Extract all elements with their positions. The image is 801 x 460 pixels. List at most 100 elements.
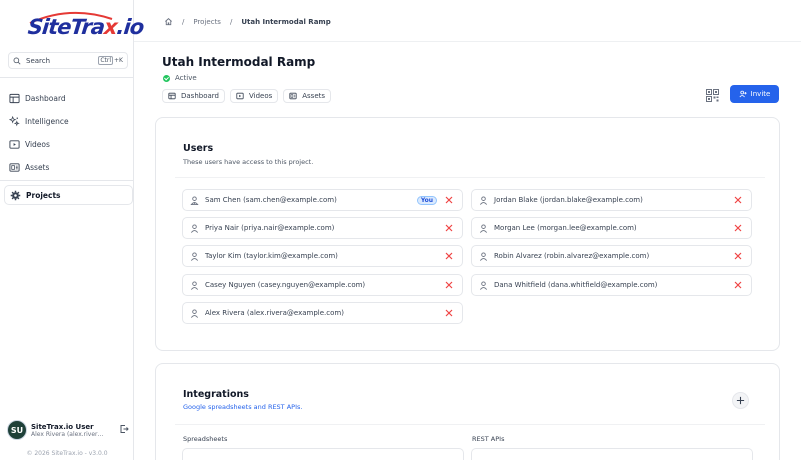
remove-user-icon[interactable]	[445, 309, 453, 317]
tab-label: Assets	[302, 92, 326, 100]
search-shortcut: Ctrl +K	[98, 56, 123, 65]
users-subtitle: These users have access to this project.	[183, 158, 314, 166]
user-icon	[190, 251, 199, 261]
sidebar-item-intelligence[interactable]: Intelligence	[4, 111, 133, 131]
user-label: Taylor Kim (taylor.kim@example.com)	[205, 252, 338, 260]
assets-icon	[9, 162, 20, 172]
search-icon	[13, 57, 21, 64]
sidebar-item-videos[interactable]: Videos	[4, 134, 133, 154]
user-label: Alex Rivera (alex.rivera@example.com)	[205, 309, 344, 317]
user-icon	[190, 195, 199, 205]
user-row: Sam Chen (sam.chen@example.com) You	[182, 189, 463, 211]
user-label: Priya Nair (priya.nair@example.com)	[205, 224, 335, 232]
header-divider	[134, 41, 801, 42]
user-label: Dana Whitfield (dana.whitfield@example.c…	[494, 281, 658, 289]
users-card: Users These users have access to this pr…	[155, 117, 780, 351]
dashboard-icon	[9, 93, 20, 103]
sidebar-item-dashboard[interactable]: Dashboard	[4, 88, 133, 108]
users-title: Users	[183, 143, 214, 154]
sidebar-item-label: Videos	[25, 139, 50, 149]
dashboard-icon	[168, 92, 176, 100]
breadcrumb-separator: /	[229, 17, 233, 26]
rest-apis-heading: REST APIs	[472, 435, 505, 443]
search-button[interactable]: Search Ctrl +K	[8, 52, 128, 69]
user-row: Casey Nguyen (casey.nguyen@example.com)	[182, 274, 463, 296]
sidebar-item-label: Projects	[26, 190, 61, 200]
user-icon	[190, 308, 199, 318]
sidebar-item-assets[interactable]: Assets	[4, 157, 133, 177]
spreadsheets-list	[182, 448, 464, 460]
user-row: Robin Alvarez (robin.alvarez@example.com…	[471, 245, 752, 267]
status-label: Active	[175, 74, 197, 82]
section-divider	[175, 424, 765, 425]
breadcrumb-current: Utah Intermodal Ramp	[241, 17, 331, 26]
sidebar: SiteTrax.io Search Ctrl +K Dashboard Inte…	[0, 0, 145, 460]
breadcrumb-projects-link[interactable]: Projects	[193, 18, 221, 26]
remove-user-icon[interactable]	[445, 224, 453, 232]
spreadsheets-heading: Spreadsheets	[183, 435, 228, 443]
rest-apis-list	[471, 448, 753, 460]
user-name: SiteTrax.io User	[31, 422, 94, 431]
user-label: Sam Chen (sam.chen@example.com)	[205, 196, 337, 204]
project-tabs: Dashboard Videos Assets	[162, 89, 332, 103]
integrations-title: Integrations	[183, 389, 249, 400]
section-divider	[175, 177, 765, 178]
status-check-icon	[163, 74, 170, 82]
assets-icon	[289, 92, 297, 100]
tab-assets[interactable]: Assets	[283, 89, 332, 103]
home-icon[interactable]	[164, 17, 173, 26]
user-icon	[479, 280, 488, 290]
add-user-icon	[739, 90, 747, 98]
invite-label: Invite	[750, 90, 771, 98]
user-profile[interactable]: SU SiteTrax.io User Alex Rivera (alex.ri…	[7, 419, 129, 441]
you-badge: You	[416, 195, 437, 205]
remove-user-icon[interactable]	[445, 196, 453, 204]
remove-user-icon[interactable]	[734, 196, 742, 204]
logout-icon[interactable]	[119, 424, 129, 434]
avatar: SU	[7, 420, 27, 440]
user-row: Priya Nair (priya.nair@example.com)	[182, 217, 463, 239]
remove-user-icon[interactable]	[445, 252, 453, 260]
intelligence-icon	[9, 115, 20, 126]
sidebar-divider	[0, 77, 134, 78]
sitetrax-logo[interactable]: SiteTrax.io	[22, 9, 145, 47]
user-row: Dana Whitfield (dana.whitfield@example.c…	[471, 274, 752, 296]
status-badge: Active	[163, 74, 197, 82]
user-label: Jordan Blake (jordan.blake@example.com)	[494, 196, 643, 204]
integrations-card: Integrations Google spreadsheets and RES…	[155, 363, 780, 460]
topbar: / Projects / Utah Intermodal Ramp	[134, 0, 801, 44]
user-label: Morgan Lee (morgan.lee@example.com)	[494, 224, 637, 232]
tab-dashboard[interactable]: Dashboard	[162, 89, 225, 103]
sidebar-item-label: Intelligence	[25, 116, 69, 126]
user-row: Taylor Kim (taylor.kim@example.com)	[182, 245, 463, 267]
invite-button[interactable]: Invite	[730, 85, 779, 103]
qr-code-icon[interactable]	[706, 89, 719, 102]
user-email: Alex Rivera (alex.rivera@example.com)	[31, 430, 107, 438]
breadcrumb-separator: /	[182, 17, 185, 26]
breadcrumb: / Projects / Utah Intermodal Ramp	[164, 17, 331, 26]
remove-user-icon[interactable]	[734, 252, 742, 260]
user-row: Morgan Lee (morgan.lee@example.com)	[471, 217, 752, 239]
user-info: SiteTrax.io User Alex Rivera (alex.river…	[31, 423, 107, 438]
add-integration-button[interactable]	[732, 392, 749, 409]
remove-user-icon[interactable]	[734, 224, 742, 232]
integrations-subtitle: Google spreadsheets and REST APIs.	[183, 403, 303, 411]
tab-videos[interactable]: Videos	[229, 89, 279, 103]
remove-user-icon[interactable]	[734, 281, 742, 289]
sidebar-item-projects[interactable]: Projects	[4, 185, 133, 205]
sidebar-item-label: Assets	[25, 162, 50, 172]
sidebar-item-label: Dashboard	[25, 93, 66, 103]
video-icon	[9, 139, 20, 149]
user-icon	[479, 195, 488, 205]
user-label: Robin Alvarez (robin.alvarez@example.com…	[494, 252, 650, 260]
search-label: Search	[26, 56, 51, 65]
version-footer: © 2026 SiteTrax.io - v3.0.0	[26, 450, 108, 457]
gear-icon	[10, 190, 21, 200]
user-icon	[479, 223, 488, 233]
tab-label: Videos	[248, 92, 273, 100]
user-icon	[190, 280, 199, 290]
logo-wordmark: SiteTrax.io	[26, 15, 145, 39]
user-row: Jordan Blake (jordan.blake@example.com)	[471, 189, 752, 211]
sidebar-divider	[0, 180, 134, 181]
remove-user-icon[interactable]	[445, 281, 453, 289]
